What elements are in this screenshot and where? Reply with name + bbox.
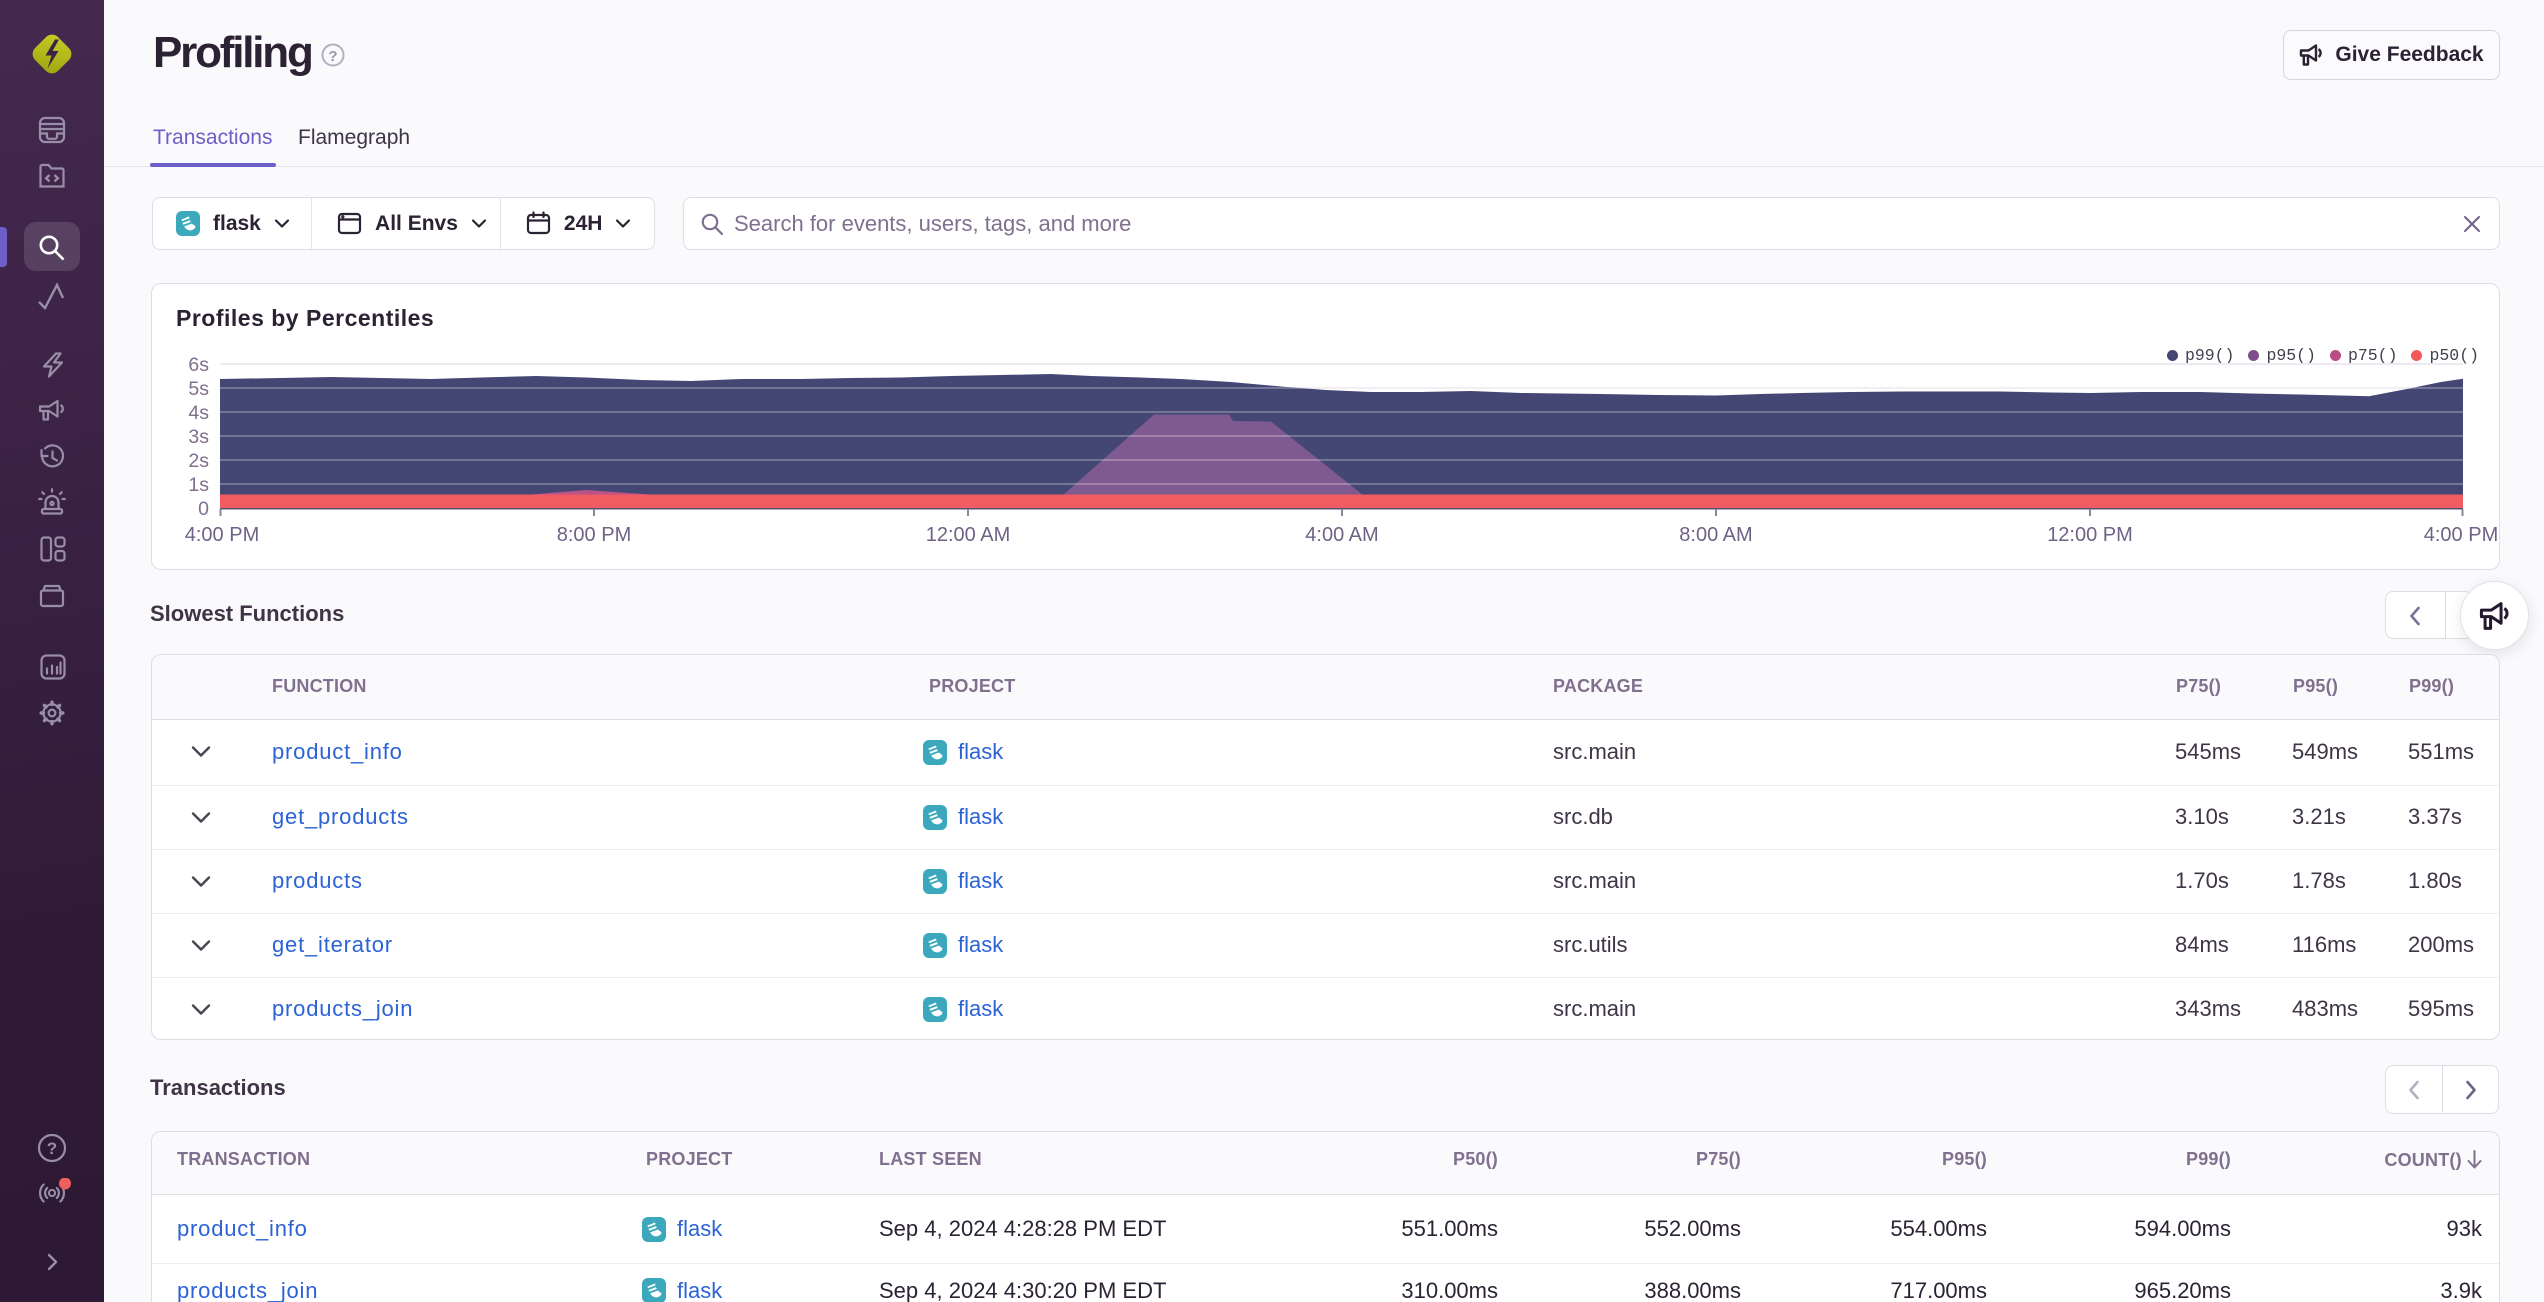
svg-text:4:00 PM: 4:00 PM	[185, 524, 259, 546]
svg-text:1s: 1s	[188, 474, 209, 496]
svg-text:4:00 PM: 4:00 PM	[2424, 524, 2498, 546]
svg-text:12:00 AM: 12:00 AM	[926, 524, 1011, 546]
svg-text:8:00 AM: 8:00 AM	[1679, 524, 1752, 546]
svg-text:8:00 PM: 8:00 PM	[557, 524, 631, 546]
svg-text:2s: 2s	[188, 450, 209, 472]
svg-text:12:00 PM: 12:00 PM	[2047, 524, 2133, 546]
svg-text:?: ?	[47, 1139, 57, 1158]
svg-text:5s: 5s	[188, 378, 209, 400]
svg-text:3s: 3s	[188, 426, 209, 448]
svg-text:?: ?	[328, 48, 337, 65]
svg-text:4s: 4s	[188, 402, 209, 424]
svg-text:4:00 AM: 4:00 AM	[1305, 524, 1378, 546]
svg-text:6s: 6s	[188, 354, 209, 376]
svg-text:0: 0	[198, 498, 209, 520]
